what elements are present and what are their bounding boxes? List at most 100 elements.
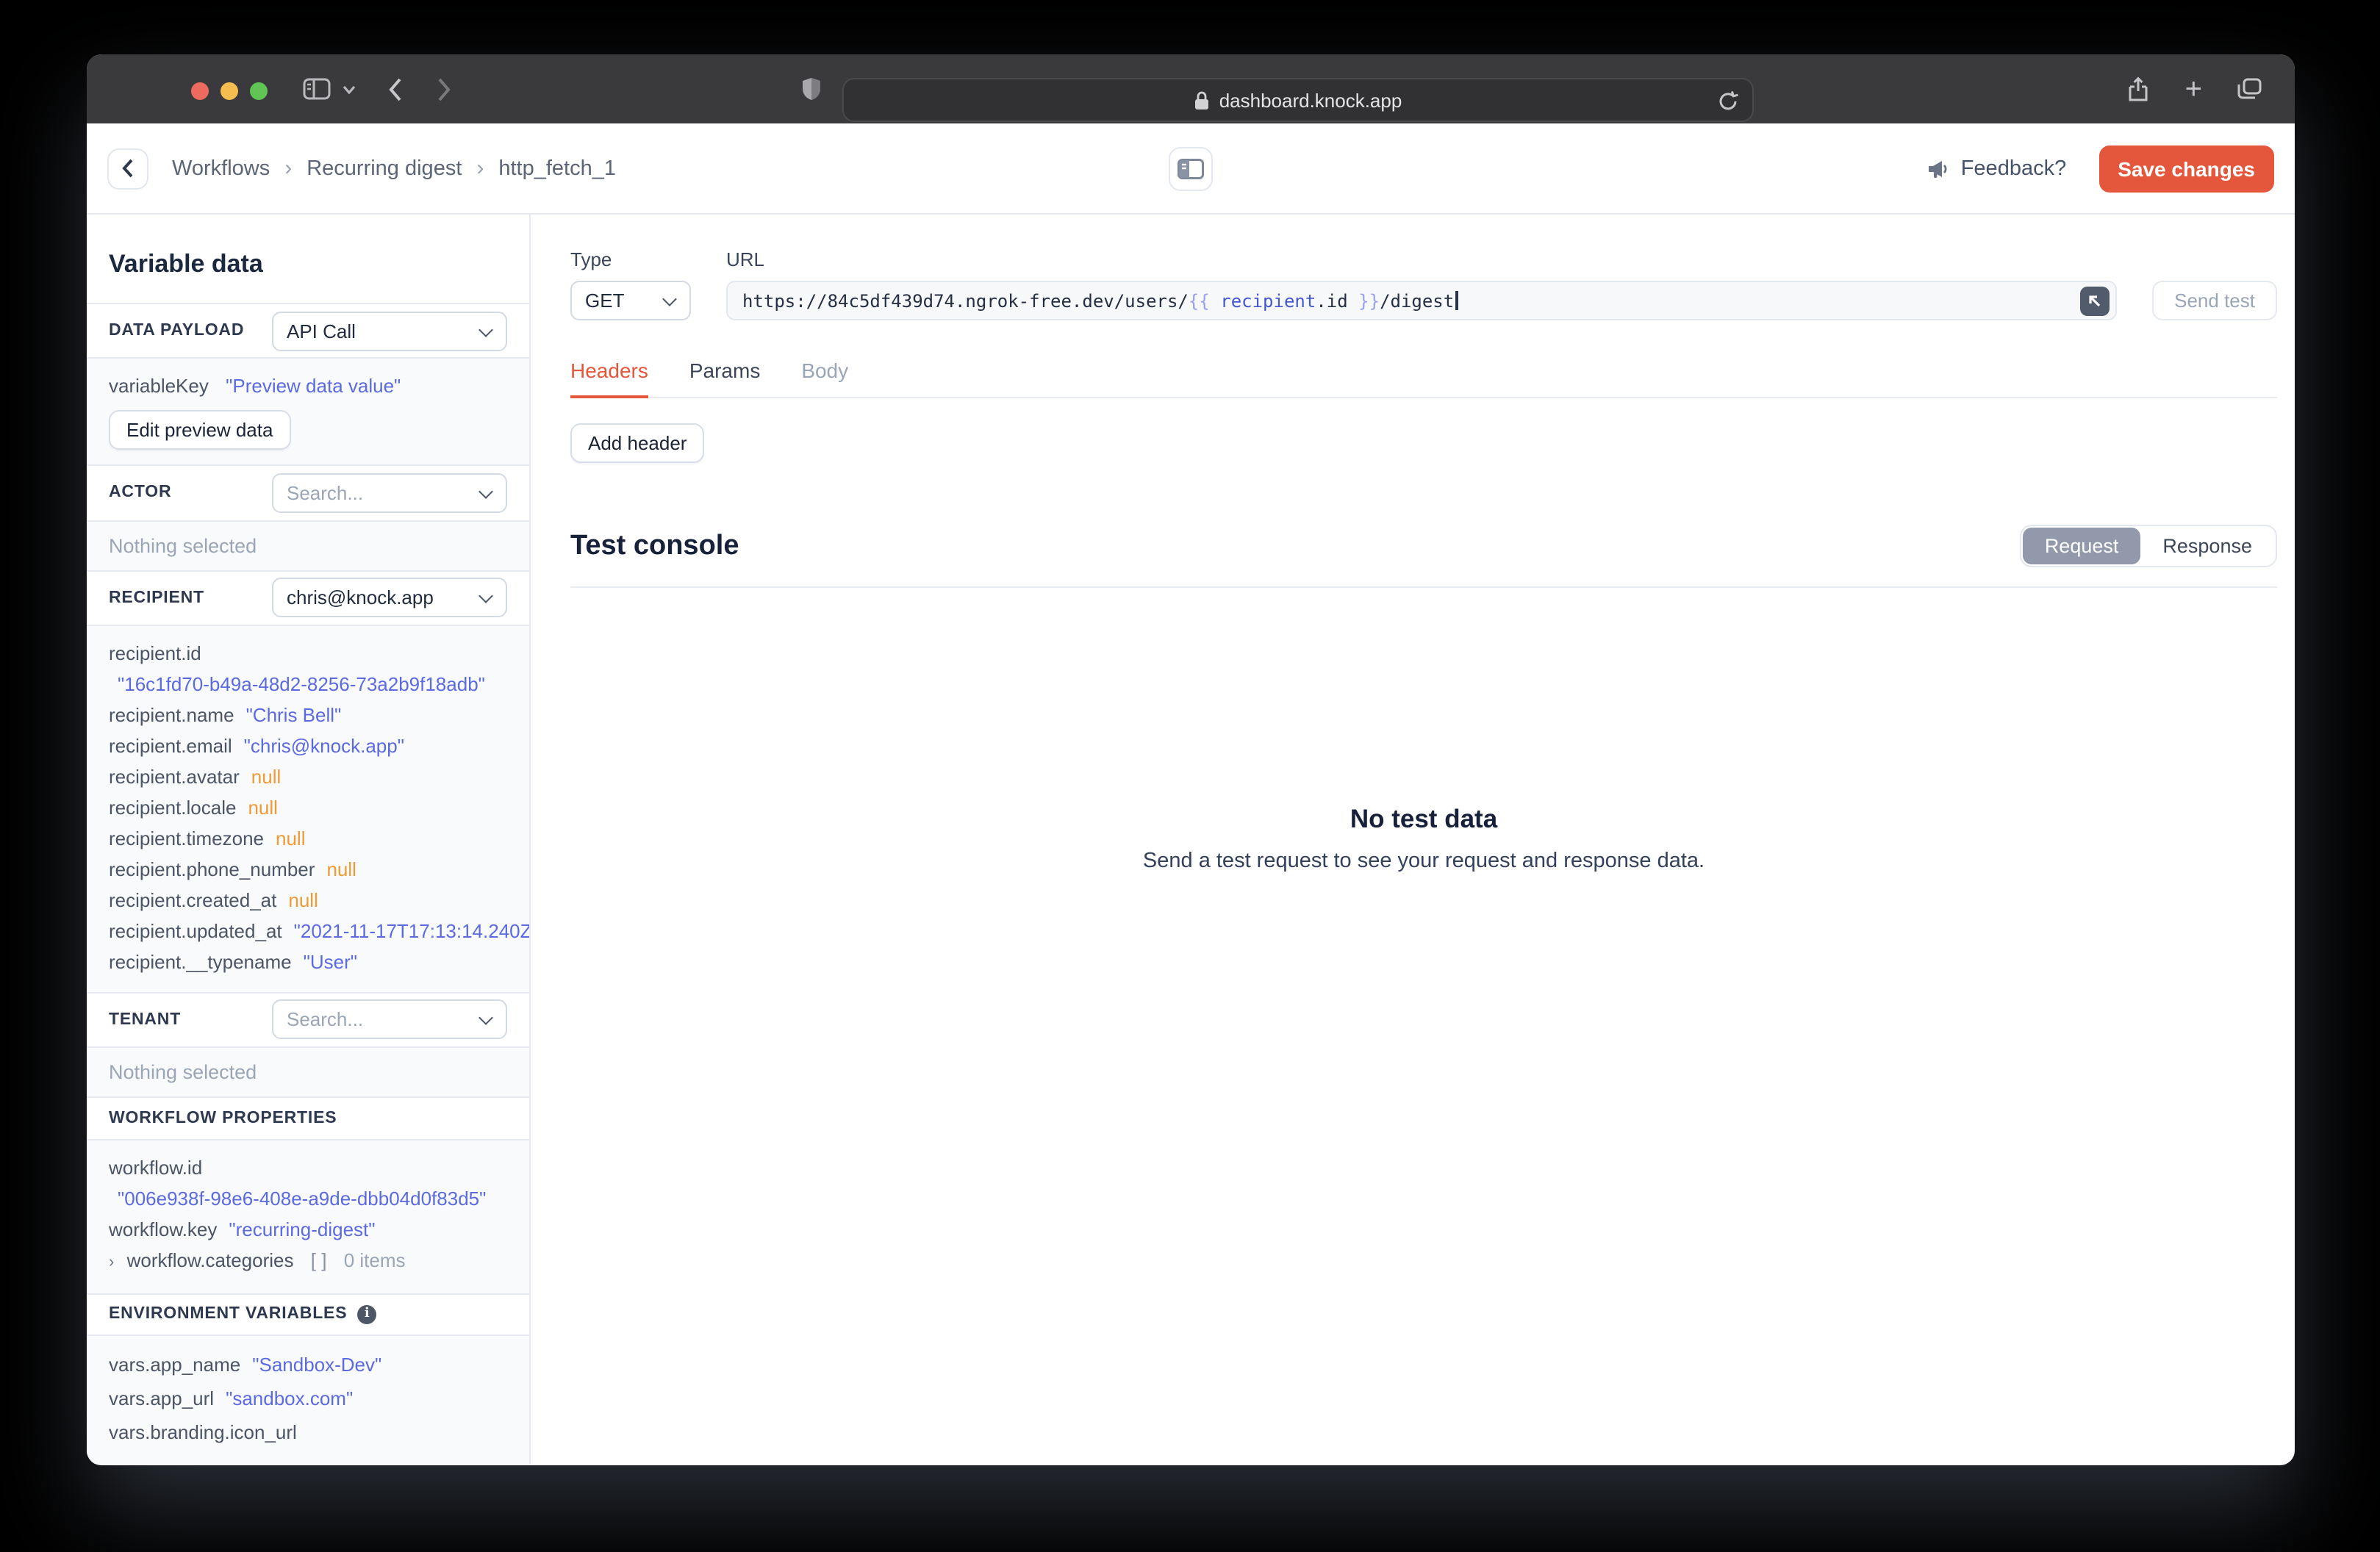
field-key: vars.app_url [109,1387,215,1409]
back-icon[interactable] [388,77,403,101]
test-console-empty-state: No test data Send a test request to see … [570,804,2277,873]
data-field: recipient.updated_at "2021-11-17T17:13:14… [109,916,529,946]
data-field: recipient.avatar null [109,761,507,792]
forward-icon[interactable] [437,77,451,101]
reload-icon[interactable] [1717,90,1739,113]
recipient-select[interactable]: chris@knock.app [272,578,507,618]
tenant-empty-state: Nothing selected [87,1048,529,1099]
environment-variables-section: vars.app_name "Sandbox-Dev" vars.app_url "… [87,1336,529,1464]
field-key: vars.app_name [109,1354,241,1376]
test-console-header: Test console Request Response [570,525,2277,567]
field-key: recipient.__typename [109,950,292,973]
tab-overview-icon[interactable] [2237,78,2262,100]
data-field-value: "16c1fd70-b49a-48d2-8256-73a2b9f18adb" [118,669,507,700]
back-button[interactable] [107,148,148,189]
zoom-window-button[interactable] [250,82,268,100]
breadcrumb-step-name: http_fetch_1 [498,157,617,180]
app-header: Workflows › Recurring digest › http_fetc… [87,123,2295,215]
add-header-button[interactable]: Add header [570,423,705,463]
data-payload-select[interactable]: API Call [272,311,507,351]
field-value: null [276,827,306,849]
chevron-down-icon [478,1011,493,1026]
toggle-response[interactable]: Response [2140,528,2274,564]
field-value: "chris@knock.app" [243,734,404,757]
text-cursor [1455,290,1458,309]
actor-label: ACTOR [109,484,172,502]
recipient-value: chris@knock.app [287,586,434,609]
tenant-search-select[interactable]: Search... [272,999,507,1040]
field-value: "recurring-digest" [229,1218,376,1240]
minimize-window-button[interactable] [221,82,238,100]
data-field: workflow.id [109,1152,507,1182]
field-key: recipient.locale [109,796,237,819]
browser-window: dashboard.knock.app + Workflows › Recurr… [87,54,2295,1465]
url-label: URL [726,248,765,270]
tab-params[interactable]: Params [689,359,760,397]
field-key: workflow.categories [126,1249,294,1271]
workflow-properties-header: WORKFLOW PROPERTIES [87,1098,529,1140]
breadcrumb-workflows[interactable]: Workflows [172,157,270,180]
variable-picker-icon[interactable] [2080,287,2110,316]
field-value: "Chris Bell" [245,703,342,726]
field-value: null [288,888,318,911]
actor-row: ACTOR Search... [87,467,529,522]
close-window-button[interactable] [191,82,209,100]
screenshot-canvas: dashboard.knock.app + Workflows › Recurr… [0,0,2380,1552]
feedback-link[interactable]: Feedback? [1927,157,2067,180]
empty-state-message: Send a test request to see your request … [1142,849,1705,873]
chevron-right-icon: › [109,1253,115,1271]
field-value: null [326,858,356,880]
recipient-row: RECIPIENT chris@knock.app [87,571,529,626]
data-field: vars.app_name "Sandbox-Dev" [109,1348,507,1382]
field-value: "2021-11-17T17:13:14.240Z" [293,919,531,942]
recipient-fields-section: recipient.id "16c1fd70-b49a-48d2-8256-73… [87,625,529,994]
field-key: recipient.phone_number [109,858,315,880]
field-value: "16c1fd70-b49a-48d2-8256-73a2b9f18adb" [118,672,485,695]
new-tab-icon[interactable]: + [2185,74,2202,104]
breadcrumb-workflow-name[interactable]: Recurring digest [307,157,462,180]
url-input[interactable]: https://84c5df439d74.ngrok-free.dev/user… [726,281,2118,320]
panel-title: Variable data [87,215,529,304]
data-field-value: "006e938f-98e6-408e-a9de-dbb04d0f83d5" [118,1182,507,1213]
address-bar[interactable]: dashboard.knock.app [842,78,1754,122]
field-value: "Preview data value" [226,375,401,398]
edit-preview-data-button[interactable]: Edit preview data [109,410,291,450]
data-payload-row: DATA PAYLOAD API Call [87,304,529,359]
save-changes-button[interactable]: Save changes [2098,145,2274,192]
request-tabs: Headers Params Body [570,359,2277,398]
field-value: "User" [303,950,357,973]
data-field: recipient.created_at null [109,885,507,916]
tab-headers[interactable]: Headers [570,359,648,398]
data-field: recipient.locale null [109,792,507,823]
test-console-title: Test console [570,530,739,561]
actor-empty-state: Nothing selected [87,521,529,572]
item-count: 0 items [343,1249,406,1271]
workflow-properties-section: workflow.id "006e938f-98e6-408e-a9de-dbb… [87,1140,529,1295]
share-icon[interactable] [2128,76,2150,102]
chevron-down-icon[interactable] [343,85,356,93]
data-field: vars.app_url "sandbox.com" [109,1382,507,1415]
divider [570,586,2277,588]
side-panel-toggle-button[interactable] [1169,146,1213,190]
data-payload-value: API Call [287,320,356,342]
data-field: recipient.__typename "User" [109,946,507,977]
info-icon[interactable]: i [357,1304,377,1324]
data-field: workflow.key "recurring-digest" [109,1213,507,1244]
field-key: recipient.timezone [109,827,264,849]
actor-search-select[interactable]: Search... [272,473,507,513]
lock-icon [1194,90,1211,109]
send-test-button[interactable]: Send test [2152,281,2277,320]
method-select[interactable]: GET [570,281,691,320]
field-value: "sandbox.com" [226,1387,354,1409]
workflow-categories-row[interactable]: › workflow.categories [ ] 0 items [109,1244,507,1278]
tab-body[interactable]: Body [801,359,848,397]
data-field: recipient.phone_number null [109,854,507,885]
browser-sidebar-toggle-icon[interactable] [303,78,331,100]
toggle-request[interactable]: Request [2022,528,2141,564]
privacy-shield-icon[interactable] [801,76,822,101]
workflow-properties-label: WORKFLOW PROPERTIES [109,1109,337,1127]
variable-data-panel: Variable data DATA PAYLOAD API Call vari… [87,215,531,1464]
tenant-row: TENANT Search... [87,994,529,1049]
feedback-label: Feedback? [1960,157,2067,180]
field-key: recipient.updated_at [109,919,282,942]
